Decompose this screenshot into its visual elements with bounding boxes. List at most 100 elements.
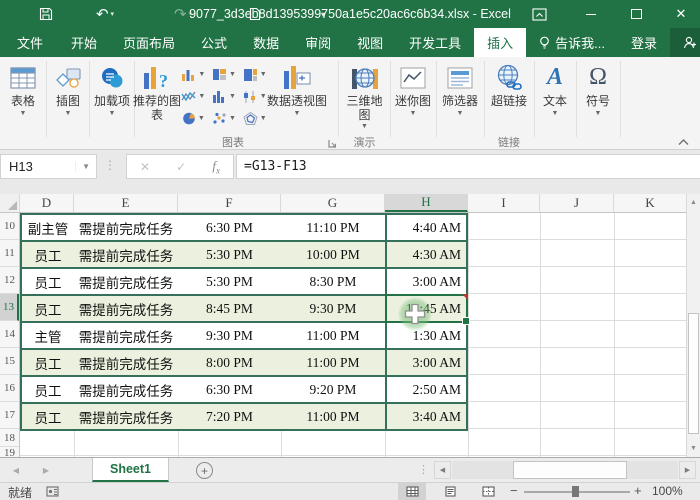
cell-d16[interactable]: 员工 xyxy=(22,377,74,402)
zoom-level[interactable]: 100% xyxy=(652,484,683,498)
column-header-f[interactable]: F xyxy=(178,194,281,212)
horizontal-scrollbar-thumb[interactable] xyxy=(513,461,627,479)
cell-d14[interactable]: 主管 xyxy=(22,323,74,348)
cell-g17[interactable]: 11:00 PM xyxy=(281,404,385,429)
cancel-entry-button[interactable]: ✕ xyxy=(140,160,150,174)
zoom-out-button[interactable]: − xyxy=(510,483,518,498)
cell-g16[interactable]: 9:20 PM xyxy=(281,377,385,402)
slicers-button[interactable]: 筛选器 ▼ xyxy=(438,60,482,118)
cell-d13[interactable]: 员工 xyxy=(22,296,74,321)
cell-d17[interactable]: 员工 xyxy=(22,404,74,429)
map-3d-button[interactable]: 三维地图 ▼ xyxy=(341,60,388,131)
macro-record-button[interactable] xyxy=(46,486,59,500)
tab-file[interactable]: 文件 xyxy=(2,28,58,57)
scroll-down-button[interactable]: ▼ xyxy=(687,440,700,457)
row-header-18[interactable]: 18 xyxy=(0,429,19,447)
cell-e10[interactable]: 需提前完成任务 xyxy=(74,215,178,240)
new-sheet-button[interactable]: + xyxy=(196,462,213,479)
vertical-scrollbar-thumb[interactable] xyxy=(688,313,699,434)
zoom-slider-thumb[interactable] xyxy=(572,486,579,497)
cell-f12[interactable]: 5:30 PM xyxy=(178,269,281,294)
row-header-17[interactable]: 17 xyxy=(0,402,19,429)
minimize-button[interactable] xyxy=(576,0,606,28)
cell-d15[interactable]: 员工 xyxy=(22,350,74,375)
cell-e17[interactable]: 需提前完成任务 xyxy=(74,404,178,429)
row-header-14[interactable]: 14 xyxy=(0,321,19,348)
hscroll-left-button[interactable]: ◀ xyxy=(434,461,451,479)
illustrations-button[interactable]: 插图 ▼ xyxy=(49,60,87,118)
formula-bar-grip[interactable]: ⋮ xyxy=(104,158,116,172)
formula-input[interactable]: =G13-F13 xyxy=(236,154,700,179)
column-header-h[interactable]: H xyxy=(385,194,468,212)
select-all-corner[interactable] xyxy=(0,194,20,212)
symbols-button[interactable]: Ω 符号 ▼ xyxy=(578,60,618,118)
cell-e12[interactable]: 需提前完成任务 xyxy=(74,269,178,294)
page-layout-view-button[interactable] xyxy=(436,483,464,500)
cell-f15[interactable]: 8:00 PM xyxy=(178,350,281,375)
sparklines-button[interactable]: 迷你图 ▼ xyxy=(392,60,434,118)
ribbon-display-options-button[interactable] xyxy=(524,0,554,28)
text-button[interactable]: A 文本 ▼ xyxy=(536,60,574,118)
normal-view-button[interactable] xyxy=(398,483,426,500)
sheet-tab-sheet1[interactable]: Sheet1 xyxy=(92,458,169,482)
add-ins-button[interactable]: 加载项 ▼ xyxy=(92,60,132,118)
tables-button[interactable]: 表格 ▼ xyxy=(2,60,44,118)
insert-column-chart-button[interactable]: ▼ xyxy=(178,63,209,85)
cell-d10[interactable]: 副主管 xyxy=(22,215,74,240)
cell-h15[interactable]: 3:00 AM xyxy=(385,350,466,375)
column-header-e[interactable]: E xyxy=(74,194,178,212)
insert-function-button[interactable]: fx xyxy=(212,158,220,176)
cell-f10[interactable]: 6:30 PM xyxy=(178,215,281,240)
cell-f17[interactable]: 7:20 PM xyxy=(178,404,281,429)
row-header-16[interactable]: 16 xyxy=(0,375,19,402)
cell-g14[interactable]: 11:00 PM xyxy=(281,323,385,348)
fill-handle[interactable] xyxy=(462,317,470,325)
pivot-chart-button[interactable]: 数据透视图 ▼ xyxy=(266,60,328,118)
insert-pie-chart-button[interactable]: ▼ xyxy=(178,107,209,129)
cell-g15[interactable]: 11:00 PM xyxy=(281,350,385,375)
row-header-10[interactable]: 10 xyxy=(0,213,19,240)
cell-h10[interactable]: 4:40 AM xyxy=(385,215,466,240)
prev-sheet-button[interactable]: ◀ xyxy=(6,458,26,482)
tab-developer[interactable]: 开发工具 xyxy=(396,28,474,57)
collapse-ribbon-button[interactable] xyxy=(678,133,689,151)
cell-g13[interactable]: 9:30 PM xyxy=(281,296,385,321)
tab-formulas[interactable]: 公式 xyxy=(188,28,240,57)
recommended-charts-button[interactable]: ? 推荐的图表 xyxy=(133,60,181,122)
tab-home[interactable]: 开始 xyxy=(58,28,110,57)
tab-page-layout[interactable]: 页面布局 xyxy=(110,28,188,57)
insert-scatter-chart-button[interactable]: ▼ xyxy=(209,107,240,129)
row-header-13[interactable]: 13 xyxy=(0,294,19,321)
vertical-scrollbar[interactable]: ▲ ▼ xyxy=(686,194,700,457)
cell-g10[interactable]: 11:10 PM xyxy=(281,215,385,240)
tab-bar-splitter[interactable]: ⋮ xyxy=(418,463,429,476)
cell-e14[interactable]: 需提前完成任务 xyxy=(74,323,178,348)
cell-e13[interactable]: 需提前完成任务 xyxy=(74,296,178,321)
column-header-j[interactable]: J xyxy=(540,194,614,212)
column-header-k[interactable]: K xyxy=(614,194,686,212)
cell-h17[interactable]: 3:40 AM xyxy=(385,404,466,429)
close-button[interactable]: ✕ xyxy=(666,0,696,28)
maximize-button[interactable] xyxy=(621,0,651,28)
page-break-view-button[interactable] xyxy=(474,483,502,500)
hscroll-right-button[interactable]: ▶ xyxy=(679,461,696,479)
tab-data[interactable]: 数据 xyxy=(240,28,292,57)
cell-h12[interactable]: 3:00 AM xyxy=(385,269,466,294)
cell-f14[interactable]: 9:30 PM xyxy=(178,323,281,348)
tell-me-box[interactable]: 告诉我... xyxy=(526,28,618,57)
insert-line-chart-button[interactable]: ▼ xyxy=(178,85,209,107)
next-sheet-button[interactable]: ▶ xyxy=(36,458,56,482)
insert-statistic-chart-button[interactable]: ▼ xyxy=(209,85,240,107)
tab-view[interactable]: 视图 xyxy=(344,28,396,57)
cell-e15[interactable]: 需提前完成任务 xyxy=(74,350,178,375)
cell-h11[interactable]: 4:30 AM xyxy=(385,242,466,267)
row-header-15[interactable]: 15 xyxy=(0,348,19,375)
row-header-19[interactable]: 19 xyxy=(0,447,19,459)
insert-bar-chart-button[interactable]: ▼ xyxy=(209,63,240,85)
hyperlink-button[interactable]: 超链接 xyxy=(486,60,532,109)
cell-e11[interactable]: 需提前完成任务 xyxy=(74,242,178,267)
cell-f16[interactable]: 6:30 PM xyxy=(178,377,281,402)
confirm-entry-button[interactable]: ✓ xyxy=(176,160,186,174)
cell-e16[interactable]: 需提前完成任务 xyxy=(74,377,178,402)
tab-insert[interactable]: 插入 xyxy=(474,28,527,57)
